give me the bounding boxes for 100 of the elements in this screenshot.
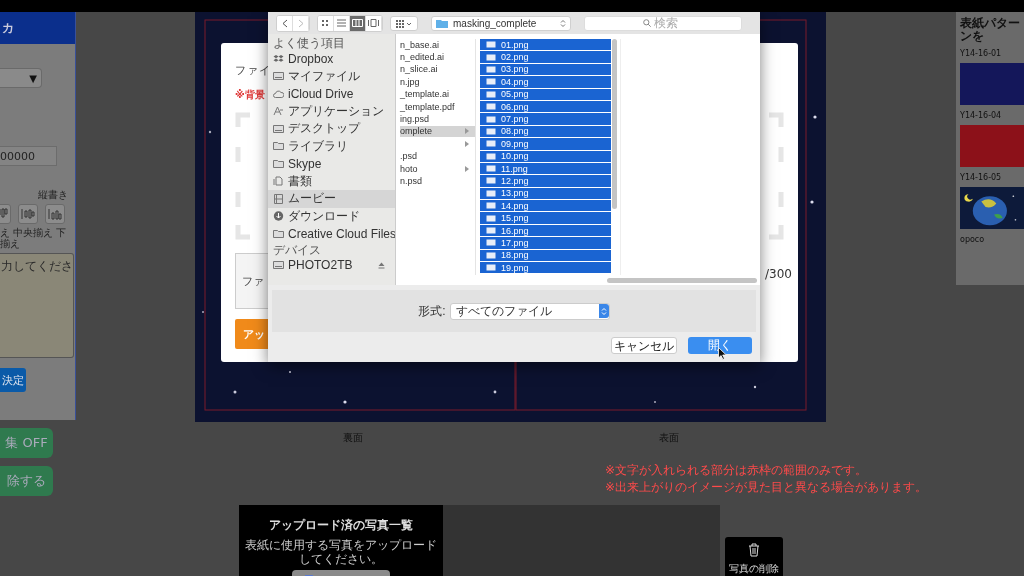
file-row[interactable]: 08.png (480, 125, 611, 138)
file-row[interactable]: 05.png (480, 88, 611, 100)
font-select[interactable]: ▼ (0, 68, 42, 88)
sidebar-item[interactable]: ダウンロード (268, 207, 395, 225)
align-middle-button[interactable] (18, 204, 38, 224)
arrange-button[interactable] (390, 15, 418, 31)
pattern-panel-title: 表紙パターンを (960, 17, 1021, 43)
back-button[interactable] (277, 15, 293, 31)
note-text: ※文字が入れられる部分は赤枠の範囲のみです。 (605, 462, 868, 479)
list-icon (336, 19, 347, 27)
color-field[interactable]: 00000 (0, 146, 57, 166)
cancel-button[interactable]: キャンセル (611, 337, 677, 354)
drive-icon (273, 123, 284, 134)
cloud-icon (273, 88, 284, 99)
back-icon (281, 18, 288, 28)
delete-photo-button[interactable]: 写真の削除 (725, 537, 783, 576)
cover-view-button[interactable] (366, 15, 382, 31)
file-row[interactable]: _template.ai (400, 88, 475, 100)
align-icon (21, 208, 35, 220)
search-input[interactable]: 検索 (653, 16, 684, 30)
sidebar-item[interactable]: 書類 (268, 172, 395, 190)
sidebar-item[interactable]: ライブラリ (268, 137, 395, 155)
text-input[interactable]: 力してくださ (0, 253, 74, 358)
pattern-code: Y14-16-01 (960, 49, 1003, 58)
file-row[interactable]: 18.png (480, 249, 611, 262)
search-field[interactable]: 検索 (584, 15, 742, 31)
uploaded-description: 表紙に使用する写真をアップロードしてください。 (244, 538, 438, 566)
file-row[interactable]: 09.png (480, 138, 611, 150)
file-row[interactable]: ing.psd (400, 113, 475, 125)
columns-view-button[interactable] (350, 15, 366, 31)
file-row[interactable]: n_slice.ai (400, 63, 475, 76)
file-row[interactable]: n_edited.ai (400, 51, 475, 63)
file-row[interactable]: _template.pdf (400, 100, 475, 113)
pattern-code: Y14-16-05 (960, 173, 1003, 182)
drive-icon (273, 260, 284, 271)
sidebar-item[interactable]: iCloud Drive (268, 85, 395, 103)
dropbox-icon (273, 53, 284, 64)
file-row[interactable]: 03.png (480, 63, 611, 76)
file-row[interactable]: 17.png (480, 237, 611, 249)
file-row[interactable]: 02.png (480, 51, 611, 63)
grid-icon (320, 19, 331, 27)
sidebar-item[interactable]: Dropbox (268, 50, 395, 68)
file-row[interactable]: 07.png (480, 113, 611, 125)
photo-counter: /300 (765, 267, 792, 281)
sidebar-item[interactable]: Creative Cloud Files (268, 225, 395, 243)
scrollbar-thumb[interactable] (612, 39, 617, 209)
pattern-caption: opoco (960, 235, 986, 244)
file-row[interactable]: 11.png (480, 162, 611, 175)
app-icon (273, 106, 284, 117)
align-bottom-button[interactable] (45, 204, 65, 224)
file-row[interactable]: 13.png (480, 187, 611, 200)
pattern-swatch[interactable] (960, 125, 1024, 167)
file-row[interactable]: 14.png (480, 200, 611, 212)
format-label: 形式: (418, 302, 446, 320)
sidebar-heading: デバイス (272, 242, 322, 257)
grid-menu-icon (395, 18, 413, 28)
sidebar-item[interactable]: マイファイル (268, 67, 395, 85)
sidebar-heading: よく使う項目 (272, 36, 346, 50)
file-row[interactable]: .psd (400, 150, 475, 162)
icons-view-button[interactable] (318, 15, 334, 31)
file-row[interactable]: 06.png (480, 100, 611, 113)
pattern-code: Y14-16-04 (960, 111, 1003, 120)
file-row[interactable]: 04.png (480, 76, 611, 88)
align-labels: え 中央揃え 下揃え (0, 227, 68, 249)
uploaded-title: アップロード済の写真一覧 (269, 517, 413, 534)
scrollbar-thumb[interactable] (607, 277, 757, 283)
file-row[interactable]: 15.png (480, 212, 611, 224)
file-row[interactable]: n_base.ai (400, 39, 475, 51)
sidebar-item[interactable]: PHOTO2TB (268, 256, 395, 274)
forward-icon (297, 18, 304, 28)
eject-icon[interactable] (378, 261, 385, 269)
confirm-button[interactable]: 決定 (0, 368, 26, 392)
file-row[interactable]: n.jpg (400, 76, 475, 88)
align-icon (48, 208, 62, 220)
format-select[interactable]: すべてのファイル (449, 302, 610, 320)
file-row[interactable]: 10.png (480, 150, 611, 162)
file-row[interactable]: omplete (400, 125, 475, 138)
file-row[interactable]: 19.png (480, 262, 611, 274)
file-row[interactable]: 12.png (480, 175, 611, 187)
folder-icon (273, 158, 284, 169)
download-icon (273, 211, 284, 222)
pattern-swatch[interactable] (960, 63, 1024, 105)
sidebar-item[interactable]: アプリケーション (268, 102, 395, 120)
sidebar-item[interactable]: ムービー (268, 190, 395, 208)
sidebar-item[interactable]: Skype (268, 155, 395, 173)
columns-icon (352, 19, 363, 27)
note-text: ※出来上がりのイメージが見た目と異なる場合があります。 (605, 479, 928, 496)
folder-icon (436, 18, 448, 28)
cover-flow-icon (368, 19, 379, 27)
file-row[interactable]: 16.png (480, 224, 611, 237)
panel-title: カ (2, 19, 14, 37)
search-icon (642, 19, 651, 27)
file-row[interactable]: n.psd (400, 175, 475, 187)
document-icon (273, 176, 284, 187)
folder-icon (273, 141, 284, 152)
warning-text: ※背景 (235, 88, 265, 102)
sidebar-item[interactable]: デスクトップ (268, 120, 395, 138)
file-row[interactable]: hoto (400, 162, 475, 175)
file-row[interactable]: 01.png (480, 39, 611, 51)
path-popup[interactable]: masking_complete (431, 15, 571, 31)
